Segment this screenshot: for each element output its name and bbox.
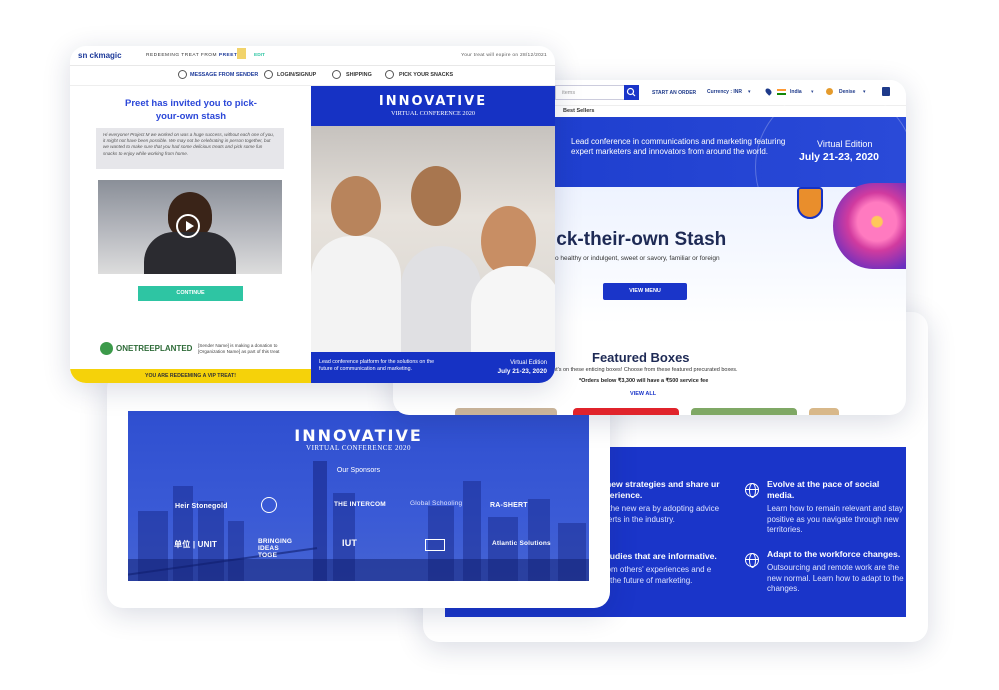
continue-button[interactable]: CONTINUE: [138, 286, 243, 301]
presenter-body: [144, 232, 236, 274]
top-bar: sn ckmagic REDEEMING TREAT FROM PREET ED…: [70, 46, 555, 66]
order-note: *Orders below ₹3,300 will have a ₹500 se…: [579, 378, 709, 384]
badge-icon: [797, 187, 823, 219]
cart-icon[interactable]: [882, 87, 890, 96]
sponsor-logo: IUT: [342, 538, 358, 548]
message-icon: [178, 70, 187, 79]
feature-title: Evolve at the pace of social media.: [767, 479, 880, 501]
sponsor-logo: BRINGING IDEAS TOGE: [258, 538, 293, 560]
store-hero: Lead conference in communications and ma…: [551, 87, 906, 324]
sponsors-heading: Our Sponsors: [336, 467, 381, 474]
feature-item: rn new strategies and share ur experienc…: [595, 479, 725, 525]
location-icon: [764, 87, 773, 96]
start-order-link[interactable]: START AN ORDER: [652, 90, 696, 96]
conference-dates: July 21-23, 2020: [497, 368, 547, 375]
product-thumb[interactable]: [573, 408, 679, 415]
feature-title: rn new strategies and share ur experienc…: [595, 479, 720, 501]
globe-icon: [745, 553, 759, 568]
redeeming-prefix: REDEEMING TREAT FROM: [146, 53, 218, 58]
vip-banner: YOU ARE REDEEMING A VIP TREAT!: [70, 369, 311, 383]
sender-name: PREET: [218, 53, 238, 58]
view-all-link[interactable]: VIEW ALL: [630, 391, 656, 397]
play-icon[interactable]: [176, 214, 200, 238]
nav-shipping[interactable]: SHIPPING: [346, 72, 372, 78]
video-player[interactable]: [98, 180, 282, 274]
sponsor-logo: RA-SHERT: [490, 502, 528, 509]
step-nav: MESSAGE FROM SENDER LOGIN/SIGNUP SHIPPIN…: [70, 66, 555, 86]
product-thumb[interactable]: [691, 408, 797, 415]
lotus-flower-image: [833, 183, 906, 269]
invite-headline: Preet has invited you to pick-your-own s…: [125, 98, 257, 122]
truck-icon: [332, 70, 341, 79]
redeeming-label: REDEEMING TREAT FROM PREET: [146, 53, 237, 58]
india-flag-icon: [777, 89, 786, 95]
chevron-down-icon: ▾: [748, 89, 751, 95]
conference-banner: Lead conference in communications and ma…: [555, 87, 906, 247]
feature-item: e studies that are informative. n from o…: [595, 551, 725, 586]
product-thumb[interactable]: [809, 408, 839, 415]
onetreeplanted-logo: ONETREEPLANTED: [116, 344, 193, 353]
feature-desc: Outsourcing and remote work are the new …: [767, 563, 904, 593]
feature-title: e studies that are informative.: [595, 551, 717, 561]
donation-note: [Sender Name] is making a donation to [O…: [198, 343, 280, 355]
audience-photo: [311, 126, 555, 352]
sender-message: Hi everyone! Project M we worked on was …: [96, 128, 284, 169]
user-icon: [264, 70, 273, 79]
conference-subtitle: VIRTUAL CONFERENCE 2020: [390, 110, 476, 117]
feature-title: Adapt to the workforce changes.: [767, 549, 901, 559]
city-skyline-image: [128, 461, 589, 581]
feature-desc: Learn how to remain relevant and stay po…: [767, 504, 904, 535]
tree-icon: [100, 342, 113, 355]
snackmagic-logo: sn ckmagic: [78, 51, 122, 60]
feature-item: Adapt to the workforce changes. Outsourc…: [767, 549, 907, 594]
sponsor-logo: THE INTERCOM: [334, 501, 386, 508]
sponsor-logo: [261, 497, 277, 513]
gift-icon: [237, 48, 246, 59]
store-headline: ick-their-own Stash: [551, 229, 727, 250]
expiry-notice: Your treat will expire on 28/12/2021: [461, 53, 547, 58]
sponsors-banner: INNOVATIVE VIRTUAL CONFERENCE 2020 Our S…: [128, 411, 589, 581]
globe-icon: [745, 483, 759, 498]
feature-desc: n from others' experiences and e into th…: [595, 565, 712, 585]
conference-subtitle: VIRTUAL CONFERENCE 2020: [306, 444, 411, 452]
sponsor-logo: 单位 | UNIT: [174, 540, 218, 549]
edit-link[interactable]: EDIT: [254, 53, 265, 58]
search-icon: [626, 87, 636, 97]
feature-desc: t to the new era by adopting advice expe…: [595, 504, 720, 524]
sponsor-logo: Atlantic Solutions: [492, 540, 551, 547]
mockup-stage: rn new strategies and share ur experienc…: [0, 0, 999, 690]
conference-logo: INNOVATIVE: [378, 94, 488, 109]
search-input[interactable]: items: [555, 85, 625, 100]
sponsor-logo: Global Schooling: [410, 500, 463, 507]
currency-select[interactable]: Currency : INR: [707, 89, 742, 95]
nav-login-signup[interactable]: LOGIN/SIGNUP: [277, 72, 316, 78]
sponsor-logo: [425, 539, 445, 551]
conference-edition: Virtual Edition: [510, 360, 547, 366]
featured-desc: ght's on these enticing boxes! Choose fr…: [550, 367, 738, 373]
sponsor-logo: Heir Stonegold: [175, 503, 228, 510]
nav-message-from-sender[interactable]: MESSAGE FROM SENDER: [190, 72, 258, 78]
view-menu-button[interactable]: VIEW MENU: [603, 283, 687, 300]
snackmagic-card: sn ckmagic REDEEMING TREAT FROM PREET ED…: [70, 46, 555, 383]
product-thumb[interactable]: [455, 408, 557, 415]
feature-item: Evolve at the pace of social media. Lear…: [767, 479, 907, 536]
conference-logo: INNOVATIVE: [294, 426, 423, 445]
store-subline: o healthy or indulgent, sweet or savory,…: [555, 255, 720, 262]
snack-icon: [385, 70, 394, 79]
nav-pick-your-snacks[interactable]: PICK YOUR SNACKS: [399, 72, 453, 78]
search-button[interactable]: [624, 85, 639, 100]
conference-poster: INNOVATIVE VIRTUAL CONFERENCE 2020 Lead …: [311, 86, 555, 383]
featured-title: Featured Boxes: [592, 350, 690, 365]
conference-desc: Lead conference platform for the solutio…: [319, 359, 435, 373]
nav-best-sellers[interactable]: Best Sellers: [563, 108, 595, 114]
